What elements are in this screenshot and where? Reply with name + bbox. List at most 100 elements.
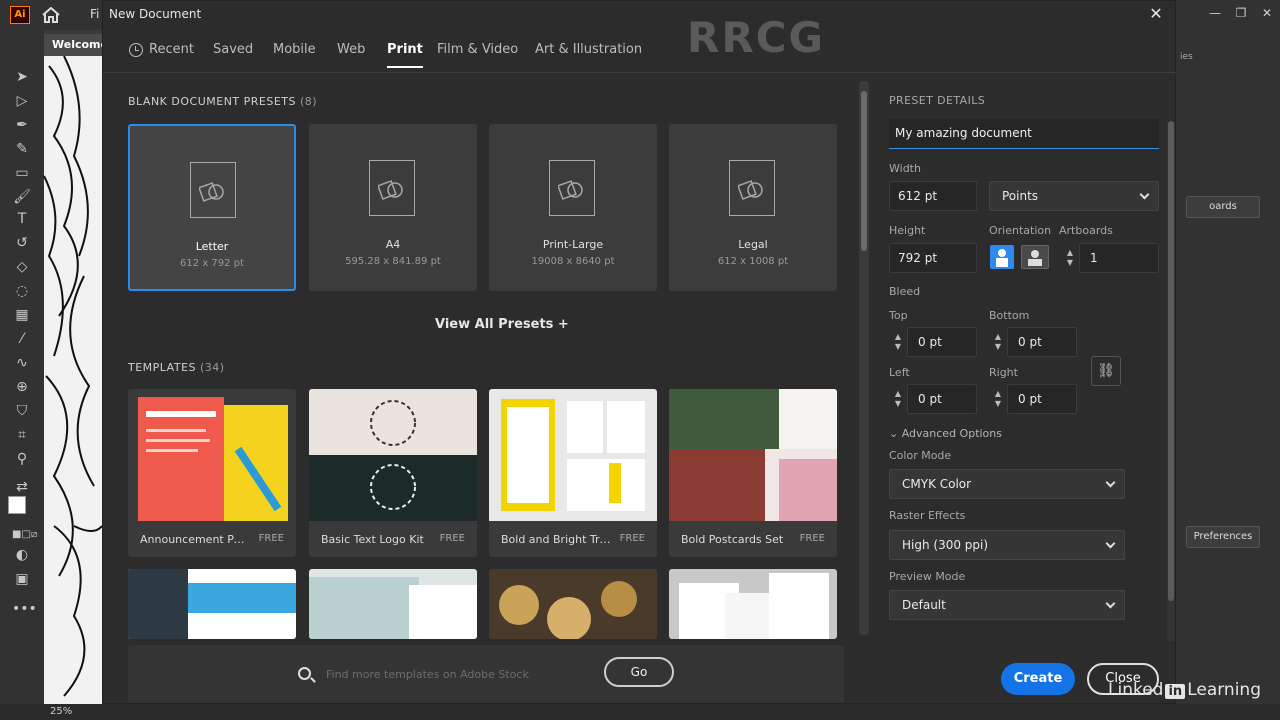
template-card-trifold[interactable]: Bold and Bright Trifol... FREE <box>489 389 657 557</box>
tab-print[interactable]: Print <box>387 42 423 68</box>
chevron-down-icon <box>1105 598 1116 609</box>
document-icon <box>729 160 775 216</box>
tab-recent[interactable]: Recent <box>129 42 194 57</box>
adobe-stock-search: Go <box>128 645 844 703</box>
template-name: Announcement Post... <box>140 533 250 546</box>
canvas-artwork <box>44 56 102 704</box>
blend-tool-icon[interactable]: ∿ <box>12 354 32 372</box>
draw-mode-icon[interactable]: ◐ <box>12 546 32 564</box>
panel-label-stub: ies <box>1180 52 1193 62</box>
direct-selection-tool-icon[interactable]: ▷ <box>12 92 32 110</box>
clock-icon <box>129 42 143 57</box>
preset-card-letter[interactable]: Letter 612 x 792 pt <box>128 124 296 291</box>
gradient-tool-icon[interactable]: ▦ <box>12 306 32 324</box>
template-card-row2-2[interactable] <box>309 569 477 639</box>
create-button[interactable]: Create <box>1001 663 1075 695</box>
document-name-field[interactable]: My amazing document <box>889 119 1159 149</box>
type-tool-icon[interactable]: T <box>12 210 32 228</box>
swap-colors-icon[interactable]: ⇄ <box>12 478 32 496</box>
height-label: Height <box>889 224 926 237</box>
details-scrollbar[interactable] <box>1167 121 1175 641</box>
rotate-tool-icon[interactable]: ↺ <box>12 234 32 252</box>
close-window-icon[interactable]: ✕ <box>1254 2 1280 24</box>
view-all-presets-link[interactable]: View All Presets + <box>435 317 569 332</box>
template-card-text-logo[interactable]: Basic Text Logo Kit FREE <box>309 389 477 557</box>
free-badge: FREE <box>799 533 825 544</box>
bleed-right-value[interactable]: 0 pt <box>1007 384 1077 414</box>
stepper-arrows-icon[interactable]: ▲ ▼ <box>989 327 1007 357</box>
stepper-arrows-icon[interactable]: ▲ ▼ <box>889 384 907 414</box>
preferences-button[interactable]: Preferences <box>1186 526 1260 548</box>
landscape-orientation-icon[interactable] <box>1021 245 1049 269</box>
tab-art-illustration[interactable]: Art & Illustration <box>535 42 642 57</box>
bleed-bottom-value[interactable]: 0 pt <box>1007 327 1077 357</box>
curvature-tool-icon[interactable]: ✎ <box>12 140 32 158</box>
tab-saved[interactable]: Saved <box>213 42 253 57</box>
templates-heading: TEMPLATES (34) <box>128 361 225 374</box>
eyedropper-tool-icon[interactable]: ⁄ <box>12 330 32 348</box>
link-bleed-icon[interactable]: ⛓ <box>1091 356 1121 386</box>
maximize-icon[interactable]: ❐ <box>1228 2 1254 24</box>
scrollbar-thumb[interactable] <box>861 91 867 251</box>
units-select[interactable]: Points <box>989 181 1159 211</box>
more-tools-icon[interactable]: ••• <box>12 600 37 618</box>
portrait-orientation-icon[interactable] <box>990 245 1014 269</box>
shape-builder-tool-icon[interactable]: ⊕ <box>12 378 32 396</box>
advanced-options-toggle[interactable]: ⌄ Advanced Options <box>889 427 1002 440</box>
tab-web[interactable]: Web <box>337 42 365 57</box>
template-card-row2-4[interactable] <box>669 569 837 639</box>
color-mode-select[interactable]: CMYK Color <box>889 469 1125 499</box>
color-mode-icons[interactable]: ■□⧄ <box>12 526 37 544</box>
eraser-tool-icon[interactable]: ◇ <box>12 258 32 276</box>
paintbrush-tool-icon[interactable]: 🖌 <box>12 188 32 206</box>
raster-effects-select[interactable]: High (300 ppi) <box>889 530 1125 560</box>
document-tab[interactable]: Welcome <box>44 34 108 56</box>
preset-details-title: PRESET DETAILS <box>889 94 986 107</box>
preset-card-a4[interactable]: A4 595.28 x 841.89 pt <box>309 124 477 291</box>
zoom-tool-icon[interactable]: ⚲ <box>12 450 32 468</box>
live-paint-tool-icon[interactable]: ⛉ <box>12 402 32 420</box>
preview-mode-select[interactable]: Default <box>889 590 1125 620</box>
zoom-level[interactable]: 25% <box>50 706 72 717</box>
bleed-bottom-stepper[interactable]: ▲ ▼ 0 pt <box>989 327 1077 357</box>
template-card-row2-1[interactable] <box>128 569 296 639</box>
selection-tool-icon[interactable]: ➤ <box>12 68 32 86</box>
artboards-value[interactable]: 1 <box>1079 243 1159 273</box>
stepper-arrows-icon[interactable]: ▲ ▼ <box>1061 243 1079 273</box>
bleed-left-value[interactable]: 0 pt <box>907 384 977 414</box>
scrollbar-thumb[interactable] <box>1168 121 1174 601</box>
template-thumbnail <box>309 569 477 639</box>
template-card-postcards[interactable]: Bold Postcards Set FREE <box>669 389 837 557</box>
pen-tool-icon[interactable]: ✒ <box>12 116 32 134</box>
screen-mode-icon[interactable]: ▣ <box>12 570 32 588</box>
templates-scrollbar[interactable] <box>859 81 869 635</box>
home-icon[interactable] <box>42 7 60 23</box>
bleed-right-stepper[interactable]: ▲ ▼ 0 pt <box>989 384 1077 414</box>
warp-tool-icon[interactable]: ◌ <box>12 282 32 300</box>
stepper-arrows-icon[interactable]: ▲ ▼ <box>889 327 907 357</box>
rectangle-tool-icon[interactable]: ▭ <box>12 164 32 182</box>
edit-artboards-button[interactable]: oards <box>1186 196 1260 218</box>
bleed-top-value[interactable]: 0 pt <box>907 327 977 357</box>
preview-mode-label: Preview Mode <box>889 570 966 583</box>
preset-card-print-large[interactable]: Print-Large 19008 x 8640 pt <box>489 124 657 291</box>
bleed-top-stepper[interactable]: ▲ ▼ 0 pt <box>889 327 977 357</box>
preset-card-legal[interactable]: Legal 612 x 1008 pt <box>669 124 837 291</box>
tab-film-video[interactable]: Film & Video <box>437 42 518 57</box>
fill-color-swatch[interactable] <box>8 496 26 514</box>
stepper-arrows-icon[interactable]: ▲ ▼ <box>989 384 1007 414</box>
template-card-row2-3[interactable] <box>489 569 657 639</box>
file-menu[interactable]: Fi <box>90 7 99 21</box>
height-field[interactable]: 792 pt <box>889 243 977 273</box>
search-input[interactable] <box>326 663 606 685</box>
template-card-announcement[interactable]: Announcement Post... FREE <box>128 389 296 557</box>
close-icon[interactable]: ✕ <box>1145 3 1167 25</box>
tab-mobile[interactable]: Mobile <box>273 42 316 57</box>
section-label: BLANK DOCUMENT PRESETS <box>128 95 296 108</box>
artboards-stepper[interactable]: ▲ ▼ 1 <box>1061 243 1159 273</box>
artboard-tool-icon[interactable]: ⌗ <box>12 426 32 444</box>
go-button[interactable]: Go <box>604 657 674 687</box>
minimize-icon[interactable]: — <box>1202 2 1228 24</box>
width-field[interactable]: 612 pt <box>889 181 977 211</box>
bleed-left-stepper[interactable]: ▲ ▼ 0 pt <box>889 384 977 414</box>
